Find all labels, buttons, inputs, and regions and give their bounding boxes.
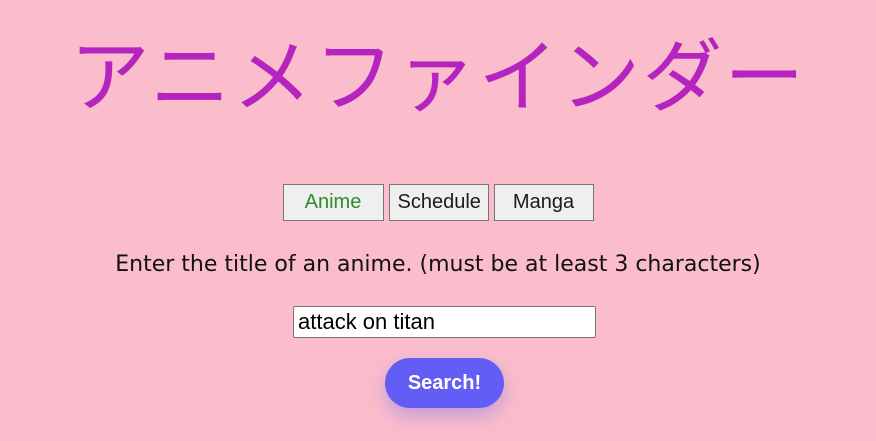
tab-anime[interactable]: Anime — [282, 184, 384, 221]
search-instruction: Enter the title of an anime. (must be at… — [115, 252, 761, 277]
tab-schedule[interactable]: Schedule — [388, 184, 489, 221]
search-button[interactable]: Search! — [385, 358, 504, 408]
nav-tabs: Anime Schedule Manga — [0, 184, 876, 221]
tab-manga[interactable]: Manga — [493, 184, 594, 221]
search-input[interactable] — [293, 306, 596, 338]
page-title: アニメファインダー — [69, 31, 807, 124]
